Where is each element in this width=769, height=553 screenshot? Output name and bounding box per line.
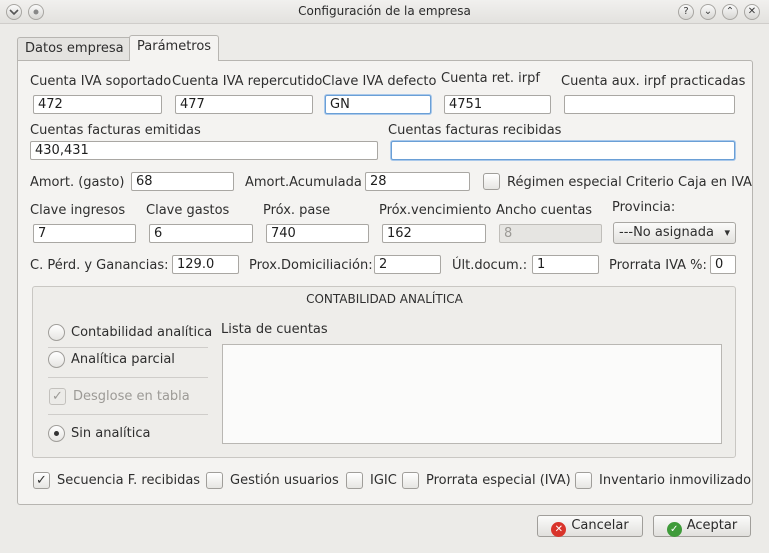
amort-acum-input[interactable]: 28 [365, 172, 470, 191]
facturas-recibidas-input[interactable] [391, 141, 735, 160]
divider [48, 377, 208, 378]
clave-ingresos-label: Clave ingresos [30, 203, 126, 218]
iva-repercutido-input[interactable]: 477 [175, 95, 313, 114]
amort-acum-label: Amort.Acumulada [245, 175, 362, 190]
help-icon[interactable]: ? [678, 4, 694, 20]
analitica-title: CONTABILIDAD ANALÍTICA [306, 292, 463, 306]
contabilidad-analitica-label: Contabilidad analítica [71, 325, 213, 340]
desglose-tabla-label: Desglose en tabla [73, 389, 190, 404]
clave-ingresos-input[interactable]: 7 [33, 224, 136, 243]
ancho-cuentas-input: 8 [499, 224, 602, 243]
ret-irpf-input[interactable]: 4751 [444, 95, 551, 114]
divider [48, 414, 208, 415]
gestion-usuarios-label: Gestión usuarios [230, 473, 339, 488]
aux-irpf-input[interactable] [564, 95, 735, 114]
prorrata-especial-label: Prorrata especial (IVA) [426, 473, 571, 488]
maximize-icon[interactable]: ⌃ [722, 4, 738, 20]
radio-contabilidad-analitica[interactable] [48, 324, 65, 341]
amort-gasto-label: Amort. (gasto) [30, 175, 125, 190]
tab-datos-empresa[interactable]: Datos empresa [17, 37, 132, 60]
lista-cuentas-label: Lista de cuentas [221, 322, 328, 337]
accept-button-label: Aceptar [686, 518, 738, 533]
igic-checkbox[interactable] [346, 472, 363, 489]
sin-analitica-label: Sin analítica [71, 426, 151, 441]
prox-pase-label: Próx. pase [263, 203, 331, 218]
ult-docum-label: Últ.docum.: [452, 258, 528, 273]
aux-irpf-label: Cuenta aux. irpf practicadas [561, 74, 746, 89]
ancho-cuentas-label: Ancho cuentas [496, 203, 593, 218]
gestion-usuarios-checkbox[interactable] [206, 472, 223, 489]
perd-ganancias-label: C. Pérd. y Ganancias: [30, 258, 169, 273]
regimen-caja-checkbox[interactable] [483, 173, 500, 190]
cancel-icon: ✕ [551, 522, 567, 537]
radio-sin-analitica[interactable] [48, 425, 65, 442]
iva-repercutido-label: Cuenta IVA repercutido [172, 74, 323, 89]
ret-irpf-label: Cuenta ret. irpf [441, 71, 540, 86]
prorrata-especial-checkbox[interactable] [402, 472, 419, 489]
secuencia-recibidas-checkbox[interactable]: ✓ [33, 472, 50, 489]
provincia-label: Provincia: [612, 200, 676, 215]
facturas-emitidas-label: Cuentas facturas emitidas [30, 123, 201, 138]
chevron-down-icon: ▾ [724, 226, 730, 239]
facturas-emitidas-input[interactable]: 430,431 [30, 141, 378, 160]
regimen-caja-label: Régimen especial Criterio Caja en IVA [507, 175, 752, 190]
cancel-button[interactable]: ✕ Cancelar [537, 515, 643, 537]
secuencia-recibidas-label: Secuencia F. recibidas [57, 473, 201, 488]
analitica-parcial-label: Analítica parcial [71, 352, 175, 367]
provincia-select[interactable]: ---No asignada ▾ [613, 222, 736, 244]
facturas-recibidas-label: Cuentas facturas recibidas [388, 123, 562, 138]
lista-cuentas-list[interactable] [222, 344, 722, 444]
inventario-inmovilizado-checkbox[interactable] [575, 472, 592, 489]
clave-iva-label: Clave IVA defecto [322, 74, 437, 89]
prox-domic-input[interactable]: 2 [374, 255, 441, 274]
accept-icon: ✓ [666, 522, 682, 537]
desglose-tabla-checkbox: ✓ [49, 388, 66, 405]
provincia-selected: ---No asignada [619, 225, 714, 240]
clave-gastos-label: Clave gastos [146, 203, 230, 218]
prorrata-iva-input[interactable]: 0 [710, 255, 736, 274]
minimize-icon[interactable]: ⌄ [700, 4, 716, 20]
clave-gastos-input[interactable]: 6 [149, 224, 253, 243]
prox-venc-input[interactable]: 162 [382, 224, 486, 243]
ult-docum-input[interactable]: 1 [532, 255, 599, 274]
radio-analitica-parcial[interactable] [48, 351, 65, 368]
prox-domic-label: Prox.Domiciliación: [249, 258, 373, 273]
iva-soportado-label: Cuenta IVA soportado [30, 74, 172, 89]
perd-ganancias-input[interactable]: 129.0 [172, 255, 239, 274]
close-icon[interactable]: ✕ [744, 4, 760, 20]
divider [48, 347, 208, 348]
tab-parametros[interactable]: Parámetros [129, 35, 220, 61]
amort-gasto-input[interactable]: 68 [131, 172, 234, 191]
igic-label: IGIC [370, 473, 397, 488]
window-title: Configuración de la empresa [298, 4, 471, 18]
clave-iva-input[interactable]: GN [325, 95, 431, 114]
prox-pase-input[interactable]: 740 [266, 224, 369, 243]
title-bar: Configuración de la empresa ? ⌄ ⌃ ✕ [0, 0, 769, 24]
accept-button[interactable]: ✓ Aceptar [653, 515, 751, 537]
cancel-button-label: Cancelar [571, 518, 629, 533]
inventario-inmovilizado-label: Inventario inmovilizado [599, 473, 752, 488]
prorrata-iva-label: Prorrata IVA %: [609, 258, 707, 273]
iva-soportado-input[interactable]: 472 [33, 95, 162, 114]
prox-venc-label: Próx.vencimiento [379, 203, 492, 218]
